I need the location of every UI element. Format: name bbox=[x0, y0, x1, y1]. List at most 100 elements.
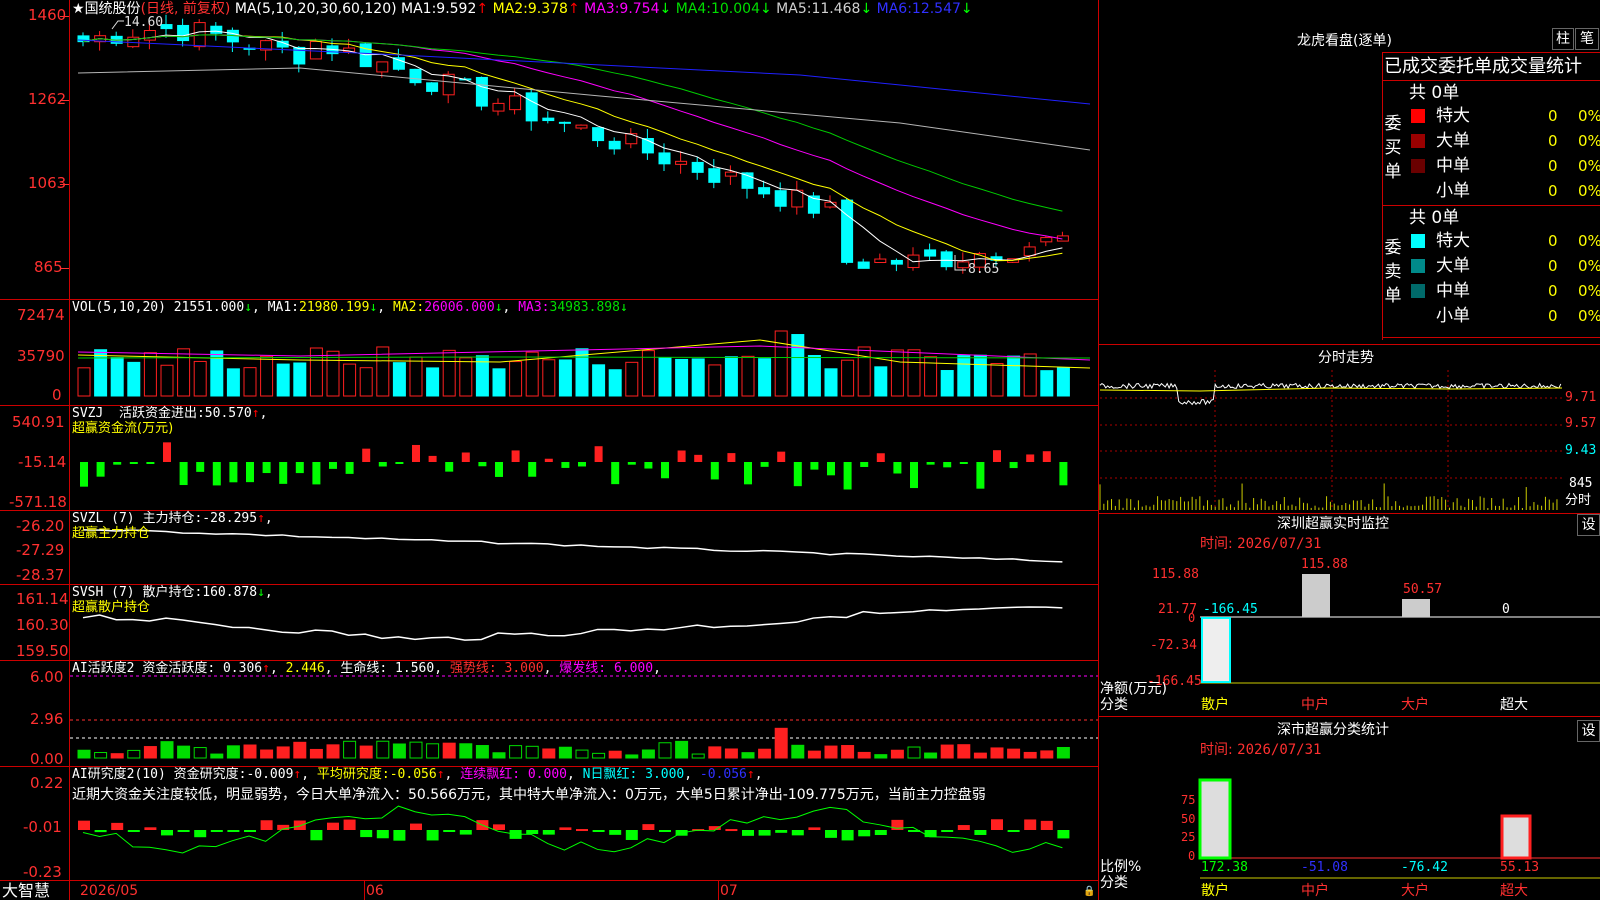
ma6-label: MA6: bbox=[876, 1, 912, 17]
ai2-bar bbox=[293, 820, 306, 830]
tab-volume-stats[interactable]: 成交量统计 bbox=[1492, 56, 1582, 77]
ai1-strong-label: 强势线: bbox=[449, 661, 497, 676]
candle-body bbox=[525, 92, 538, 122]
buy-row-label: 大单 bbox=[1436, 131, 1470, 151]
ai2-bar bbox=[841, 830, 854, 841]
price-axis-865: 865 bbox=[34, 258, 63, 276]
svzj-bar bbox=[843, 462, 852, 490]
ai2-bar bbox=[161, 830, 173, 836]
sz-axis-1: 115.88 bbox=[1152, 567, 1199, 582]
volume-bar bbox=[409, 356, 423, 397]
svzj-bar bbox=[760, 462, 769, 467]
vol-ma2-label: MA2: bbox=[392, 300, 425, 315]
svzj-bar bbox=[860, 462, 869, 467]
buy-total: 共 0单 bbox=[1409, 83, 1460, 103]
volume-bar bbox=[857, 346, 871, 397]
volume-bar bbox=[276, 363, 290, 397]
ma2-label: MA2: bbox=[492, 1, 528, 17]
sell-row: 大单 0 0% bbox=[1408, 254, 1600, 278]
svzj-bar bbox=[1026, 454, 1035, 462]
sell-row-percent: 0% bbox=[1578, 282, 1600, 300]
favorite-star-icon[interactable]: ★ bbox=[72, 1, 85, 17]
ai1-bar bbox=[293, 741, 307, 759]
buy-orders-label: 委买单 bbox=[1384, 114, 1402, 182]
ai2-name: 资金研究度: bbox=[173, 767, 247, 782]
vol-ma1-value: 21980.199 bbox=[299, 300, 370, 315]
ai1-bar bbox=[708, 746, 722, 759]
sc-settings-button[interactable]: 设 bbox=[1577, 720, 1600, 742]
candle-body bbox=[774, 190, 787, 207]
lhb-title: 龙虎看盘(逐单) bbox=[1297, 33, 1392, 49]
svzj-bar bbox=[694, 454, 703, 462]
ai2-bar bbox=[974, 830, 987, 835]
ai1-bar bbox=[160, 741, 174, 759]
candle-body bbox=[426, 82, 439, 92]
lock-icon[interactable]: 🔒 bbox=[1083, 884, 1095, 900]
svzj-bar bbox=[611, 462, 620, 485]
svzj-bar bbox=[246, 462, 254, 483]
vol-ma3-arrow: ↓ bbox=[619, 300, 628, 315]
candle-body bbox=[890, 259, 903, 265]
intraday-title[interactable]: 分时走势 bbox=[1318, 350, 1374, 366]
ai1-bar bbox=[1007, 748, 1021, 759]
ai2-bar bbox=[210, 830, 223, 832]
buy-row-count: 0 bbox=[1548, 182, 1558, 200]
svzj-bar bbox=[926, 462, 935, 465]
ai2-bar bbox=[78, 820, 90, 830]
buy-row-percent: 0% bbox=[1578, 132, 1600, 150]
ai2-bar bbox=[1007, 830, 1020, 832]
ai2-bar bbox=[526, 830, 539, 835]
sz-monitor-settings-button[interactable]: 设 bbox=[1577, 514, 1600, 536]
ai2-bar bbox=[775, 830, 788, 833]
ai2-avg-value: -0.056 bbox=[389, 767, 437, 782]
volume-bar bbox=[890, 349, 904, 397]
price-axis-1262: 1262 bbox=[28, 90, 67, 108]
ai1-bar bbox=[1056, 746, 1070, 759]
svzj-axis-top: 540.91 bbox=[12, 413, 65, 431]
bar-view-button[interactable]: 柱 bbox=[1552, 28, 1574, 50]
candle-body bbox=[625, 133, 638, 145]
tick-view-button[interactable]: 笔 bbox=[1575, 28, 1599, 50]
ai2-bar bbox=[625, 830, 638, 840]
svzj-bar bbox=[793, 462, 802, 487]
volume-bars bbox=[77, 330, 1091, 397]
volume-bar bbox=[608, 369, 622, 397]
svzj-value: 50.570 bbox=[204, 406, 252, 421]
sc-time-value: 2026/07/31 bbox=[1237, 742, 1322, 758]
svzj-subtitle: 超赢资金流(万元) bbox=[72, 421, 174, 436]
candle-body bbox=[874, 258, 887, 264]
ai1-bar bbox=[940, 744, 954, 759]
ma3-label: MA3: bbox=[584, 1, 620, 17]
date-label-jun: 06 bbox=[366, 883, 384, 899]
volume-bar bbox=[841, 359, 855, 397]
volume-bar bbox=[957, 355, 971, 397]
vol-ma1-label: MA1: bbox=[267, 300, 299, 315]
ai2-arrow: ↑ bbox=[293, 767, 302, 782]
ai2-bar bbox=[725, 829, 738, 832]
sc-cat-mid: 中户 bbox=[1301, 883, 1329, 899]
tab-executed[interactable]: 已成交 bbox=[1384, 56, 1438, 77]
svsh-axis-top: 161.14 bbox=[16, 590, 69, 608]
ai2-bar bbox=[609, 830, 622, 835]
svzj-bar bbox=[395, 462, 404, 464]
buy-row-count: 0 bbox=[1548, 107, 1558, 125]
ai2-value: -0.009 bbox=[246, 767, 294, 782]
sell-row-percent: 0% bbox=[1578, 307, 1600, 325]
sc-cat-retail: 散户 bbox=[1201, 883, 1229, 899]
ai2-bar bbox=[244, 830, 256, 832]
svzj-bar bbox=[163, 442, 171, 462]
ai1-bar bbox=[874, 754, 888, 759]
ma-line bbox=[82, 30, 1063, 263]
ai1-axis-mid: 2.96 bbox=[30, 710, 64, 728]
high-pointer bbox=[111, 20, 124, 30]
sc-value-super: 55.13 bbox=[1500, 860, 1540, 875]
candle-body bbox=[608, 140, 621, 150]
ai2-bar bbox=[791, 830, 804, 836]
brand-logo[interactable]: 大智慧 bbox=[2, 881, 50, 900]
tab-orders[interactable]: 委托单 bbox=[1438, 56, 1492, 77]
main-chart-canvas[interactable] bbox=[0, 0, 1600, 900]
volume-bar bbox=[127, 361, 141, 397]
svzj-bar bbox=[544, 458, 553, 462]
ma4-label: MA4: bbox=[675, 1, 711, 17]
ma6-arrow: ↓ bbox=[960, 1, 973, 17]
